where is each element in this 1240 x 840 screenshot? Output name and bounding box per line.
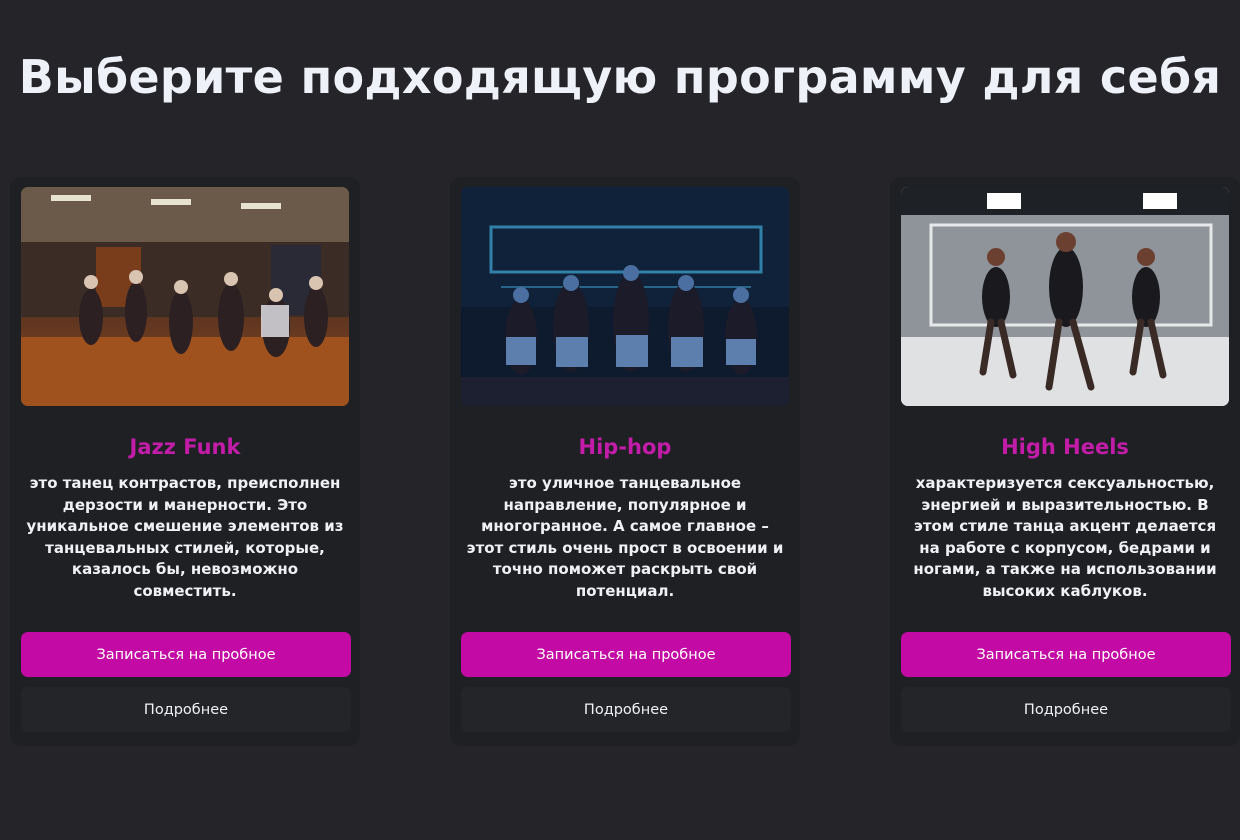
card-title: Jazz Funk [129,435,241,459]
hip-hop-photo [461,187,789,406]
high-heels-photo [901,187,1229,406]
card-title: High Heels [1001,435,1129,459]
trial-signup-button[interactable]: Записаться на пробное [461,632,791,677]
trial-signup-button[interactable]: Записаться на пробное [901,632,1231,677]
card-description: это танец контрастов, преисполнен дерзос… [26,474,344,600]
programs-page: Выберите подходящую программу для себя J… [0,0,1240,840]
card-title: Hip-hop [578,435,672,459]
details-button[interactable]: Подробнее [461,687,791,732]
program-card-jazz-funk: Jazz Funk это танец контрастов, преиспол… [10,177,360,746]
details-button[interactable]: Подробнее [21,687,351,732]
details-button[interactable]: Подробнее [901,687,1231,732]
jazz-funk-photo [21,187,349,406]
trial-signup-button[interactable]: Записаться на пробное [21,632,351,677]
card-description: это уличное танцевальное направление, по… [466,474,784,600]
card-description: характеризуется сексуальностью, энергией… [913,474,1217,600]
program-card-high-heels: High Heels характеризуется сексуальность… [890,177,1240,746]
page-title: Выберите подходящую программу для себя [18,50,1222,104]
program-card-hip-hop: Hip-hop это уличное танцевальное направл… [450,177,800,746]
